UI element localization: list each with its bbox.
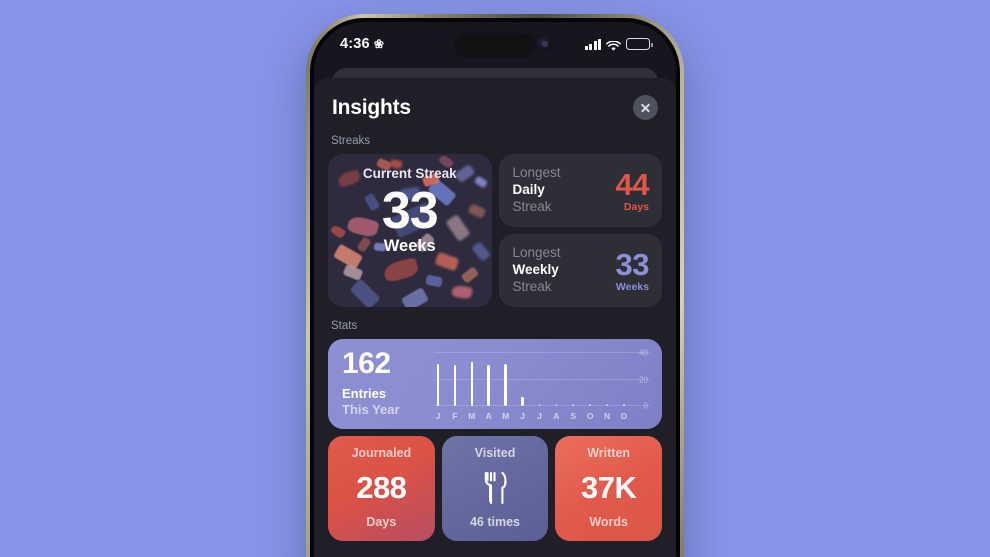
front-camera-icon bbox=[537, 36, 552, 51]
chart-y-tick: 0 bbox=[643, 401, 648, 411]
journaled-card[interactable]: Journaled 288 Days bbox=[328, 436, 435, 541]
phone-screen: 4:36 ❀ Insights Streaks Current Streak 3… bbox=[314, 22, 676, 557]
longest-weekly-line3: Streak bbox=[512, 278, 552, 294]
chart-month-label: D bbox=[620, 411, 628, 421]
journaled-value: 288 bbox=[356, 470, 407, 505]
chart-gridline bbox=[434, 405, 650, 406]
chart-month-label: S bbox=[570, 411, 577, 421]
chart-month-label: J bbox=[537, 411, 542, 421]
chart-bar bbox=[470, 362, 474, 406]
longest-weekly-labels: Longest Weekly Streak bbox=[513, 245, 561, 295]
current-streak-title: Current Streak bbox=[362, 166, 457, 181]
longest-weekly-line2: Weekly bbox=[512, 262, 559, 278]
status-time: 4:36 ❀ bbox=[340, 36, 384, 52]
chart-month-label: N bbox=[603, 411, 611, 421]
streaks-grid: Current Streak 33 Weeks Longest Daily St… bbox=[328, 154, 662, 307]
chart-bar-column bbox=[519, 353, 527, 406]
chart-bar-column bbox=[552, 353, 560, 406]
chart-month-label: J bbox=[520, 411, 525, 421]
chart-bar-column bbox=[586, 353, 594, 406]
close-button[interactable] bbox=[633, 95, 658, 120]
iphone-device: 4:36 ❀ Insights Streaks Current Streak 3… bbox=[306, 14, 684, 557]
visited-title: Visited bbox=[474, 446, 516, 460]
longest-weekly-figure: 33 Weeks bbox=[615, 246, 650, 293]
journaled-title: Journaled bbox=[351, 446, 412, 460]
chart-x-axis-labels: JFMAMJJASOND bbox=[434, 411, 628, 421]
chart-bar-column bbox=[434, 353, 442, 406]
chart-plot-area: 0 20 40 bbox=[434, 349, 650, 411]
chart-month-label: O bbox=[586, 411, 594, 421]
chart-gridline bbox=[434, 352, 650, 353]
chart-bar bbox=[436, 363, 440, 406]
longest-weekly-unit: Weeks bbox=[615, 280, 649, 293]
entries-bar-chart: 0 20 40 JFMAMJJASOND bbox=[434, 349, 650, 421]
longest-weekly-value: 33 bbox=[615, 246, 650, 282]
streaks-section-label: Streaks bbox=[331, 135, 370, 147]
longest-daily-line2: Daily bbox=[512, 182, 545, 198]
dynamic-island bbox=[454, 33, 536, 58]
longest-daily-streak-card[interactable]: Longest Daily Streak 44 Days bbox=[498, 154, 662, 227]
longest-daily-line3: Streak bbox=[512, 198, 552, 214]
longest-weekly-line1: Longest bbox=[512, 245, 561, 261]
sheet-header: Insights bbox=[314, 78, 676, 133]
chart-month-label: A bbox=[553, 411, 560, 421]
chart-y-tick: 40 bbox=[639, 348, 648, 358]
chart-month-label: F bbox=[452, 411, 458, 421]
visited-count: 46 times bbox=[469, 515, 520, 529]
written-unit: Words bbox=[589, 515, 628, 529]
wifi-icon bbox=[606, 39, 621, 51]
insights-content: Streaks Current Streak 33 Weeks Longest bbox=[314, 135, 676, 541]
chart-bar-column bbox=[485, 353, 493, 406]
chart-bar-column bbox=[502, 353, 510, 406]
current-streak-card[interactable]: Current Streak 33 Weeks bbox=[328, 154, 492, 307]
written-card[interactable]: Written 37K Words bbox=[555, 436, 662, 541]
chart-bars bbox=[434, 353, 628, 406]
written-title: Written bbox=[587, 446, 631, 460]
stats-section-label: Stats bbox=[331, 320, 358, 332]
longest-daily-labels: Longest Daily Streak bbox=[513, 165, 561, 215]
chart-bar-column bbox=[535, 353, 543, 406]
entries-value: 162 bbox=[342, 347, 391, 380]
longest-daily-line1: Longest bbox=[512, 165, 561, 181]
chart-bar-column bbox=[451, 353, 459, 406]
chart-bar bbox=[453, 364, 457, 406]
chart-bar-column bbox=[603, 353, 611, 406]
battery-icon bbox=[626, 38, 653, 50]
entries-period: This Year bbox=[342, 402, 400, 417]
current-streak-value: 33 bbox=[381, 182, 439, 240]
fork-knife-icon bbox=[482, 470, 508, 506]
chart-bar bbox=[504, 363, 507, 406]
current-streak-unit: Weeks bbox=[383, 236, 436, 255]
entries-summary: 162 Entries This Year bbox=[342, 349, 434, 421]
journaled-unit: Days bbox=[366, 515, 397, 529]
longest-daily-unit: Days bbox=[623, 200, 649, 213]
chart-month-label: M bbox=[468, 411, 476, 421]
cellular-signal-icon bbox=[584, 38, 601, 50]
stats-mini-cards: Journaled 288 Days Visited 46 times Writ… bbox=[328, 436, 662, 541]
written-value: 37K bbox=[580, 470, 637, 505]
entries-label: Entries bbox=[342, 386, 387, 401]
insights-sheet: Insights Streaks Current Streak 33 Weeks bbox=[314, 78, 676, 557]
chart-bar bbox=[487, 364, 491, 406]
status-time-text: 4:36 bbox=[340, 36, 370, 52]
chart-y-tick: 20 bbox=[639, 375, 648, 384]
visited-card[interactable]: Visited 46 times bbox=[441, 436, 549, 541]
close-icon bbox=[640, 102, 651, 113]
chart-bar-column bbox=[569, 353, 577, 406]
page-title: Insights bbox=[332, 95, 411, 119]
chart-bar-column bbox=[468, 353, 476, 406]
longest-daily-value: 44 bbox=[615, 166, 650, 202]
chart-month-label: A bbox=[485, 411, 492, 421]
chart-bar-column bbox=[620, 353, 628, 406]
status-indicators bbox=[584, 38, 653, 51]
chart-month-label: M bbox=[502, 411, 510, 421]
phone-bezel: 4:36 ❀ Insights Streaks Current Streak 3… bbox=[310, 18, 680, 557]
longest-streaks-column: Longest Daily Streak 44 Days Longest Wee… bbox=[498, 154, 662, 307]
entries-chart-card[interactable]: 162 Entries This Year 0 20 40 JFMAMJJASOND bbox=[328, 339, 662, 429]
chart-month-label: J bbox=[435, 411, 441, 421]
flower-icon: ❀ bbox=[373, 37, 385, 51]
longest-daily-figure: 44 Days bbox=[615, 166, 650, 213]
longest-weekly-streak-card[interactable]: Longest Weekly Streak 33 Weeks bbox=[498, 234, 662, 307]
chart-gridline bbox=[434, 378, 650, 380]
